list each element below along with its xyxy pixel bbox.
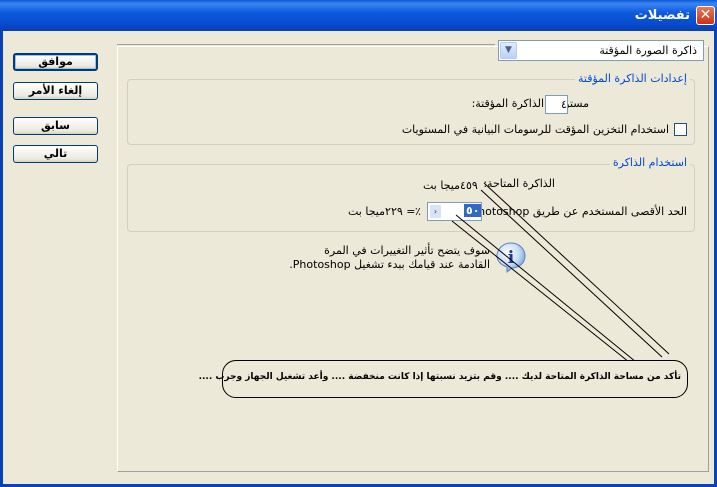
- annotation-pointer: [451, 182, 670, 363]
- annotation-callout: تأكد من مساحة الذاكرة المتاحة لديك .... …: [199, 360, 688, 398]
- annotation-text: تأكد من مساحة الذاكرة المتاحة لديك .... …: [198, 372, 681, 382]
